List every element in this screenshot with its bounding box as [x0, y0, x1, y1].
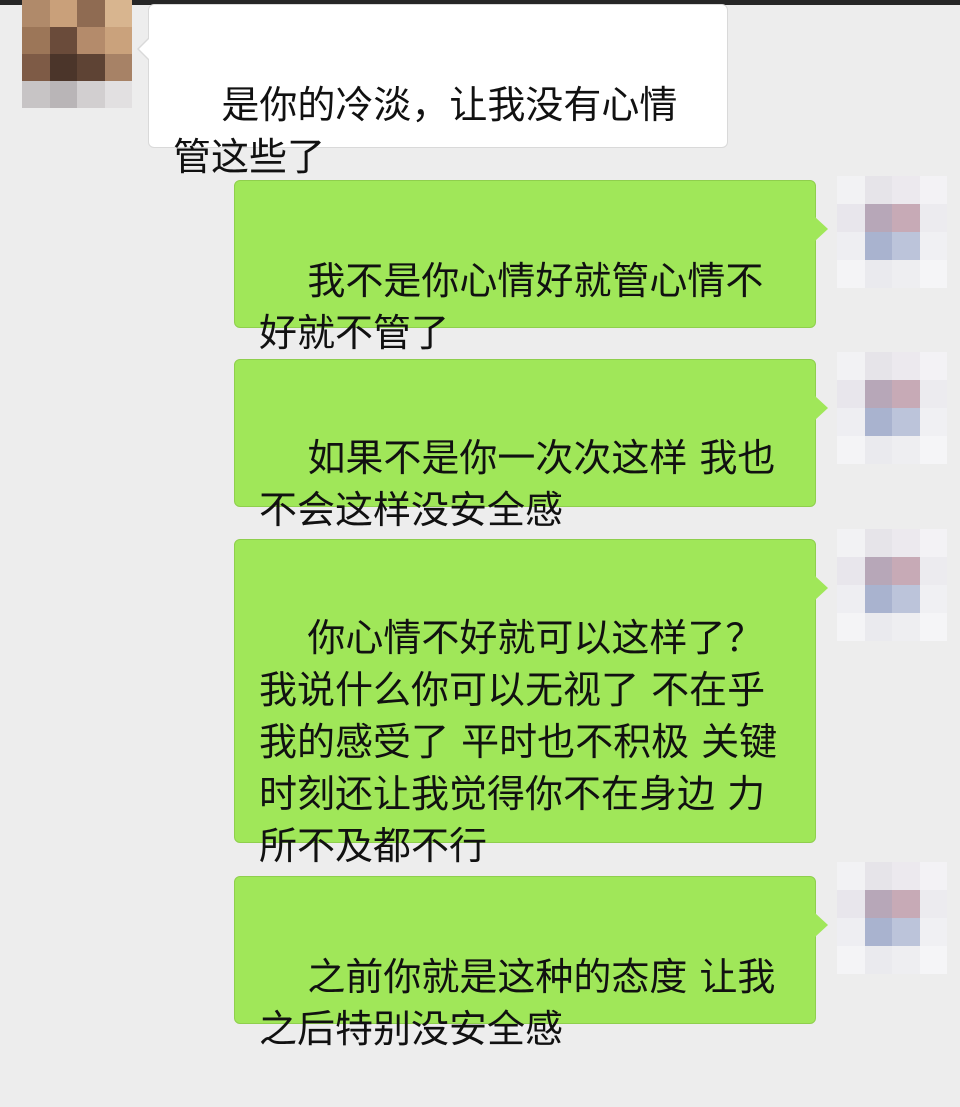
message-bubble-incoming[interactable]: 是你的冷淡，让我没有心情管这些了: [137, 4, 728, 179]
message-text: 你心情不好就可以这样了？我说什么你可以无视了 不在乎我的感受了 平时也不积极 关…: [259, 616, 778, 868]
contact-avatar[interactable]: [22, 0, 132, 108]
message-bubble-outgoing[interactable]: 如果不是你一次次这样 我也不会这样没安全感: [234, 359, 828, 532]
my-avatar[interactable]: [837, 176, 947, 288]
my-avatar[interactable]: [837, 862, 947, 974]
my-avatar[interactable]: [837, 529, 947, 641]
message-text: 我不是你心情好就管心情不好就不管了: [259, 259, 764, 355]
message-text: 之前你就是这种的态度 让我之后特别没安全感: [259, 955, 776, 1051]
message-bubble-outgoing[interactable]: 你心情不好就可以这样了？我说什么你可以无视了 不在乎我的感受了 平时也不积极 关…: [234, 539, 828, 868]
message-text: 是你的冷淡，让我没有心情管这些了: [173, 83, 678, 179]
my-avatar[interactable]: [837, 352, 947, 464]
message-bubble-outgoing[interactable]: 之前你就是这种的态度 让我之后特别没安全感: [234, 876, 828, 1051]
message-text: 如果不是你一次次这样 我也不会这样没安全感: [259, 436, 776, 532]
chat-area[interactable]: 是你的冷淡，让我没有心情管这些了 我不是你心情好就管心情不好就不管了 如果不是你…: [0, 0, 960, 1051]
message-bubble-outgoing[interactable]: 我不是你心情好就管心情不好就不管了: [234, 180, 828, 355]
